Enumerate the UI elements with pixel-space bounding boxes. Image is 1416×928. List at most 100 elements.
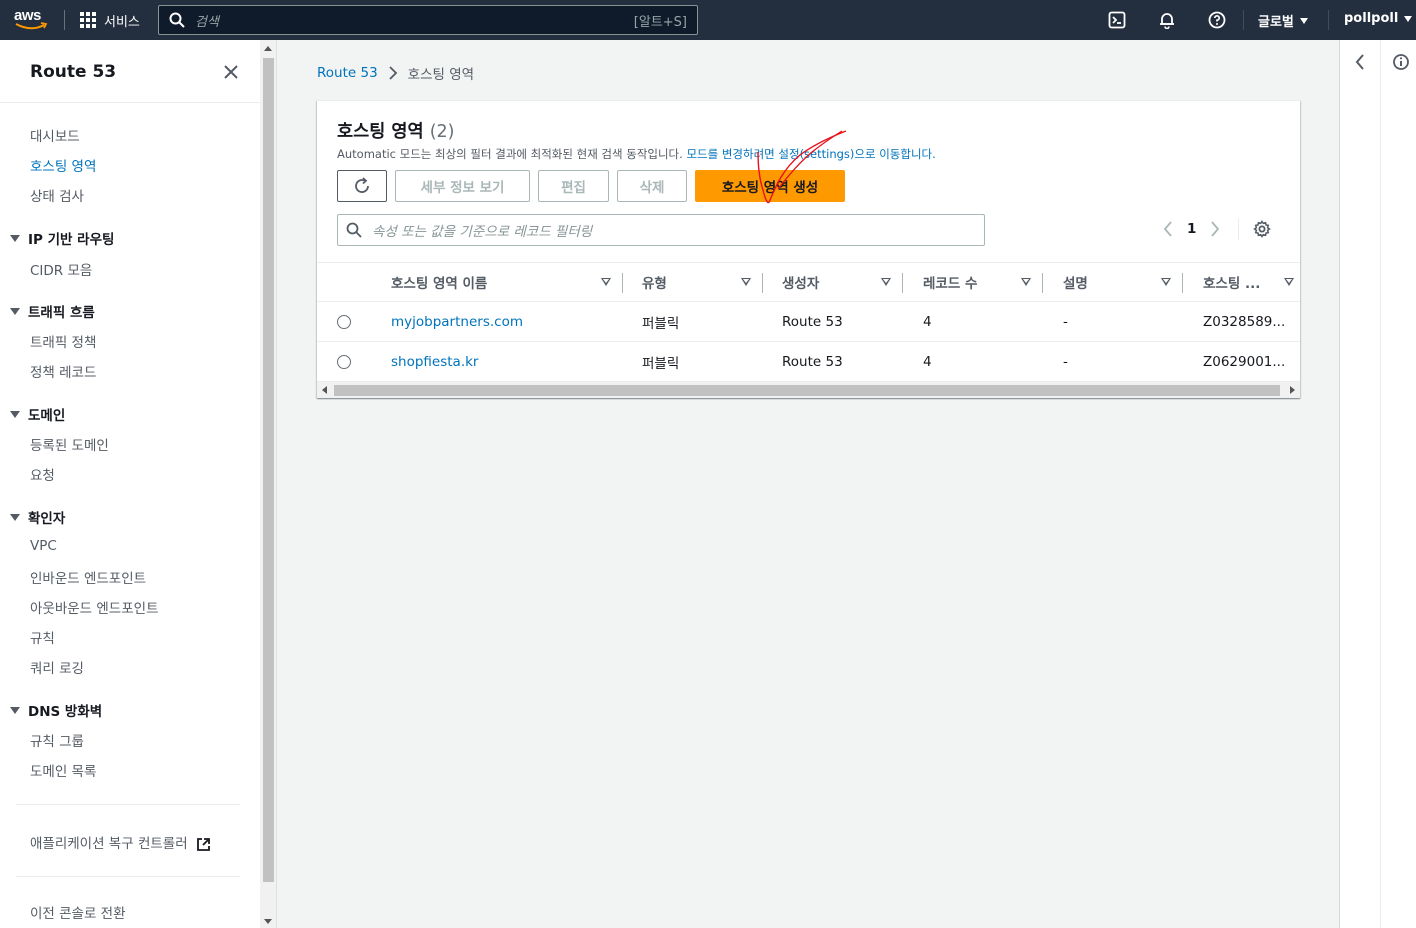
sort-icon[interactable]: [1021, 278, 1031, 286]
account-menu[interactable]: pollpoll: [1344, 11, 1413, 26]
column-header-zone-id[interactable]: 호스팅 ...: [1183, 263, 1300, 301]
view-details-button[interactable]: 세부 정보 보기: [395, 170, 530, 202]
table-row[interactable]: shopfiesta.kr 퍼블릭 Route 53 4 - Z0629001.…: [317, 342, 1300, 382]
create-hosted-zone-button[interactable]: 호스팅 영역 생성: [695, 170, 845, 202]
sort-icon[interactable]: [1161, 278, 1171, 286]
hosted-zone-name-link[interactable]: shopfiesta.kr: [391, 342, 479, 382]
column-header-name[interactable]: 호스팅 영역 이름: [371, 263, 623, 301]
filter-placeholder: 속성 또는 값을 기준으로 레코드 필터링: [372, 224, 593, 240]
scroll-up-icon[interactable]: [264, 46, 272, 51]
global-search-input[interactable]: 검색 [알트+S]: [158, 5, 698, 35]
sidebar-section-domains[interactable]: 도메인: [10, 404, 65, 424]
chevron-right-icon[interactable]: [1210, 221, 1220, 237]
cell-created-by: Route 53: [782, 314, 843, 330]
sidebar-item-dashboard[interactable]: 대시보드: [30, 125, 80, 145]
scroll-right-icon[interactable]: [1290, 386, 1295, 394]
close-icon[interactable]: [222, 63, 240, 81]
settings-link[interactable]: 모드를 변경하려면 설정(settings)으로 이동합니다.: [686, 147, 935, 161]
panel-count: (2): [429, 122, 455, 142]
sidebar-item-old-console[interactable]: 이전 콘솔로 전환: [30, 902, 126, 922]
cell-type: 퍼블릭: [642, 356, 680, 372]
sidebar-section-label: 확인자: [28, 511, 66, 527]
sidebar-divider: [16, 804, 240, 805]
chevron-right-icon: [389, 66, 397, 80]
breadcrumb-current: 호스팅 영역: [407, 67, 475, 83]
edit-button[interactable]: 편집: [538, 170, 609, 202]
sidebar-item-outbound-endpoints[interactable]: 아웃바운드 엔드포인트: [30, 597, 159, 617]
services-menu-button[interactable]: 서비스: [80, 10, 140, 30]
sidebar-title[interactable]: Route 53: [30, 62, 116, 82]
sidebar-item-cidr[interactable]: CIDR 모음: [30, 259, 92, 279]
sidebar-item-inbound-endpoints[interactable]: 인바운드 엔드포인트: [30, 567, 146, 587]
chevron-left-icon[interactable]: [1163, 221, 1173, 237]
bell-icon[interactable]: [1157, 10, 1177, 30]
sidebar-section-label: 트래픽 흐름: [28, 305, 95, 321]
sort-icon[interactable]: [1284, 278, 1294, 286]
page-number[interactable]: 1: [1187, 221, 1196, 237]
sidebar-divider: [16, 876, 240, 877]
sidebar-item-rules[interactable]: 규칙: [30, 627, 55, 647]
sidebar-item-registered-domains[interactable]: 등록된 도메인: [30, 434, 109, 454]
sidebar-item-query-logging[interactable]: 쿼리 로깅: [30, 657, 84, 677]
scroll-down-icon[interactable]: [264, 919, 272, 924]
search-shortcut: [알트+S]: [633, 14, 687, 30]
side-navigation: Route 53 대시보드 호스팅 영역 상태 검사 IP 기반 라우팅 CID…: [0, 40, 260, 928]
recovery-link-label: 애플리케이션 복구 컨트롤러: [30, 836, 188, 852]
scroll-left-icon[interactable]: [322, 386, 327, 394]
sidebar-item-hosted-zones[interactable]: 호스팅 영역: [30, 155, 96, 175]
panel-description: Automatic 모드는 최상의 필터 결과에 최적화된 현재 검색 동작입니…: [337, 146, 936, 162]
search-placeholder: 검색: [195, 14, 219, 30]
column-header-created-by[interactable]: 생성자: [763, 263, 903, 301]
sort-icon[interactable]: [741, 278, 751, 286]
sort-icon[interactable]: [881, 278, 891, 286]
sidebar-item-requests[interactable]: 요청: [30, 464, 55, 484]
sidebar-item-health-checks[interactable]: 상태 검사: [30, 185, 84, 205]
cell-zone-id: Z0328589...: [1203, 314, 1286, 330]
help-icon[interactable]: [1207, 10, 1227, 30]
gear-icon[interactable]: [1253, 220, 1272, 238]
aws-logo[interactable]: aws: [14, 7, 50, 33]
sidebar-item-domain-lists[interactable]: 도메인 목록: [30, 760, 96, 780]
table-horizontal-scrollbar[interactable]: [317, 382, 1300, 398]
refresh-icon: [355, 177, 369, 193]
row-radio-button[interactable]: [337, 315, 351, 329]
sidebar-item-policy-records[interactable]: 정책 레코드: [30, 361, 96, 381]
delete-button[interactable]: 삭제: [617, 170, 687, 202]
hosted-zone-name-link[interactable]: myjobpartners.com: [391, 302, 523, 342]
scrollbar-thumb[interactable]: [334, 385, 1280, 396]
sidebar-section-dns-firewall[interactable]: DNS 방화벽: [10, 700, 102, 720]
caret-down-icon: [10, 706, 20, 714]
search-icon: [169, 12, 185, 28]
services-label: 서비스: [104, 14, 140, 30]
breadcrumb-root-link[interactable]: Route 53: [317, 65, 378, 81]
column-header-description[interactable]: 설명: [1043, 263, 1183, 301]
row-radio-button[interactable]: [337, 355, 351, 369]
table-row[interactable]: myjobpartners.com 퍼블릭 Route 53 4 - Z0328…: [317, 302, 1300, 342]
cell-type: 퍼블릭: [642, 316, 680, 332]
records-filter-input[interactable]: 속성 또는 값을 기준으로 레코드 필터링: [337, 214, 985, 246]
chevron-left-icon[interactable]: [1354, 54, 1366, 70]
cell-description: -: [1063, 314, 1068, 330]
sidebar-item-vpc[interactable]: VPC: [30, 538, 57, 554]
region-label: 글로벌: [1258, 15, 1294, 30]
search-icon: [346, 222, 362, 238]
column-header-record-count[interactable]: 레코드 수: [903, 263, 1043, 301]
sidebar-scrollbar[interactable]: [260, 40, 277, 928]
sidebar-section-resolver[interactable]: 확인자: [10, 507, 65, 527]
sort-icon[interactable]: [601, 278, 611, 286]
region-selector[interactable]: 글로벌: [1258, 11, 1308, 30]
sidebar-section-ip-routing[interactable]: IP 기반 라우팅: [10, 228, 114, 248]
sidebar-item-rule-groups[interactable]: 규칙 그룹: [30, 730, 84, 750]
sidebar-section-traffic-flow[interactable]: 트래픽 흐름: [10, 301, 95, 321]
sidebar-item-traffic-policies[interactable]: 트래픽 정책: [30, 331, 96, 351]
aws-smile-icon: [15, 22, 48, 30]
scrollbar-thumb[interactable]: [263, 58, 274, 882]
account-label: pollpoll: [1344, 11, 1399, 26]
refresh-button[interactable]: [337, 170, 387, 202]
sidebar-item-recovery-controller[interactable]: 애플리케이션 복구 컨트롤러: [30, 832, 211, 852]
column-header-type[interactable]: 유형: [623, 263, 763, 301]
info-icon[interactable]: [1392, 53, 1410, 71]
cloudshell-icon[interactable]: [1107, 10, 1127, 30]
cell-zone-id: Z0629001...: [1203, 354, 1286, 370]
nav-divider: [1243, 10, 1244, 30]
